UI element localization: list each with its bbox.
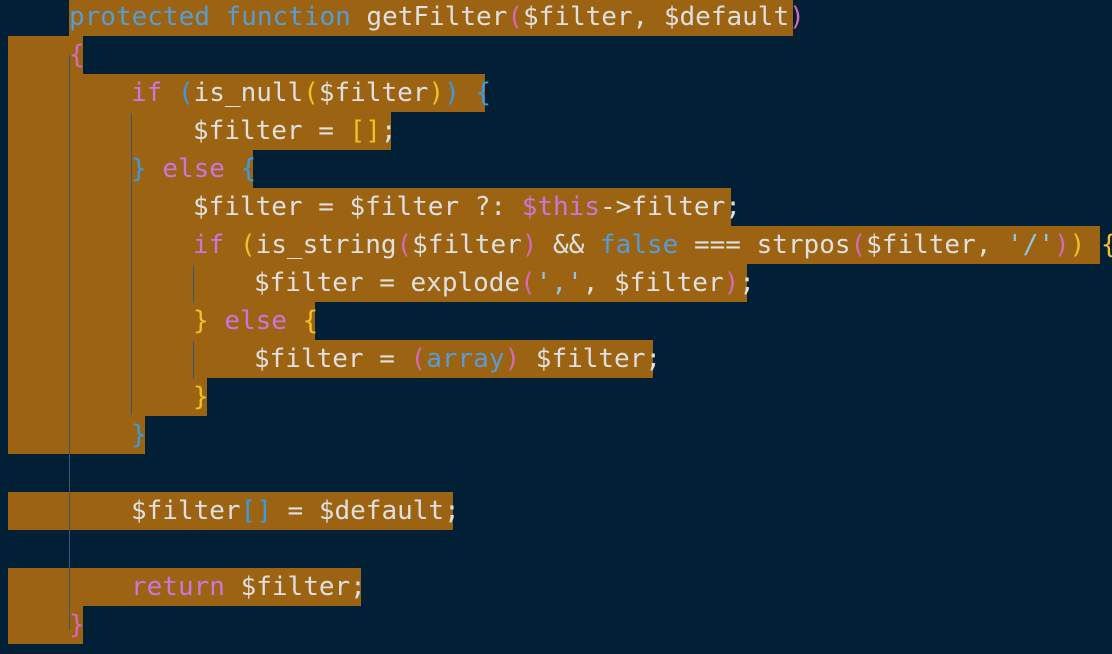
code-token: , $filter	[582, 268, 724, 298]
code-token: }	[193, 306, 209, 336]
code-line[interactable]: if (is_null($filter)) {	[131, 74, 491, 112]
code-token: &&	[537, 230, 601, 260]
code-line[interactable]: $filter[] = $default;	[131, 492, 460, 530]
code-token: {	[240, 154, 257, 184]
code-token: $filter;	[224, 572, 366, 602]
code-token: is_null	[193, 78, 304, 108]
code-token: $filter = $filter ?:	[193, 192, 522, 222]
code-token: )	[789, 2, 805, 32]
code-token: $filter, $default	[522, 2, 790, 32]
code-token: []	[240, 496, 272, 526]
code-token: function	[225, 2, 351, 32]
code-line[interactable]: }	[69, 606, 85, 644]
code-line[interactable]: } else {	[193, 302, 318, 340]
code-token: if	[193, 230, 225, 260]
code-line[interactable]: } else {	[131, 150, 256, 188]
code-token: = $default;	[271, 496, 460, 526]
code-token: ;	[380, 116, 397, 146]
code-token: )	[723, 268, 740, 298]
code-token: {	[1101, 230, 1112, 260]
code-token: )	[428, 78, 445, 108]
code-token: $filter	[412, 230, 522, 260]
code-line[interactable]: {	[69, 36, 85, 74]
selection-highlight	[8, 416, 145, 454]
code-token: (	[303, 78, 319, 108]
code-token: protected	[69, 2, 210, 32]
code-token: ;	[739, 268, 755, 298]
code-token: if	[131, 78, 163, 108]
code-token: $filter;	[520, 344, 662, 374]
code-token: false	[600, 230, 679, 260]
code-token: }	[131, 420, 147, 450]
code-token: else	[224, 306, 287, 336]
code-token: is_string	[255, 230, 397, 260]
code-token: $filter =	[193, 116, 350, 146]
code-token: {	[69, 40, 85, 70]
code-line[interactable]: $filter = [];	[193, 112, 397, 150]
code-token: $filter	[131, 496, 241, 526]
code-line[interactable]: if (is_string($filter) && false === strp…	[193, 226, 1112, 264]
code-line[interactable]: }	[193, 378, 209, 416]
code-token: )	[1054, 230, 1070, 260]
selection-highlight	[8, 378, 207, 416]
code-token: array	[426, 344, 505, 374]
code-token: '/'	[1007, 230, 1055, 260]
indent-guide	[193, 265, 194, 303]
code-line[interactable]: protected function getFilter($filter, $d…	[69, 0, 805, 36]
code-token: $filter,	[866, 230, 1008, 260]
code-token: $filter = explode	[254, 268, 521, 298]
code-token: )	[1069, 230, 1086, 260]
code-line[interactable]: $filter = (array) $filter;	[254, 340, 661, 378]
code-token: (	[177, 78, 194, 108]
code-token: === strpos	[678, 230, 851, 260]
code-token: }	[131, 154, 147, 184]
code-token: )	[504, 344, 521, 374]
code-token: ','	[535, 268, 583, 298]
code-token: (	[410, 344, 427, 374]
code-token: ->filter;	[600, 192, 741, 222]
code-token: )	[444, 78, 460, 108]
code-token: (	[396, 230, 413, 260]
code-token: (	[850, 230, 867, 260]
code-token: else	[162, 154, 225, 184]
code-line[interactable]: }	[131, 416, 147, 454]
code-token: getFilter	[350, 2, 508, 32]
code-token: {	[475, 78, 492, 108]
indent-guide	[193, 341, 194, 379]
code-token: }	[69, 610, 85, 640]
code-token: {	[302, 306, 319, 336]
code-token: return	[131, 572, 225, 602]
code-token: []	[349, 116, 381, 146]
code-token: (	[520, 268, 536, 298]
code-line[interactable]: $filter = explode(',', $filter);	[254, 264, 755, 302]
indent-guide	[69, 55, 70, 630]
code-token: (	[507, 2, 523, 32]
code-token: }	[193, 382, 209, 412]
code-token: )	[521, 230, 538, 260]
code-token: (	[239, 230, 256, 260]
code-line[interactable]: $filter = $filter ?: $this->filter;	[193, 188, 741, 226]
code-token: $filter	[318, 78, 429, 108]
code-line[interactable]: return $filter;	[131, 568, 366, 606]
code-token: $this	[521, 192, 601, 222]
indent-guide	[131, 113, 132, 415]
code-token: $filter =	[254, 344, 411, 374]
code-editor[interactable]: protected function getFilter($filter, $d…	[0, 0, 1112, 654]
